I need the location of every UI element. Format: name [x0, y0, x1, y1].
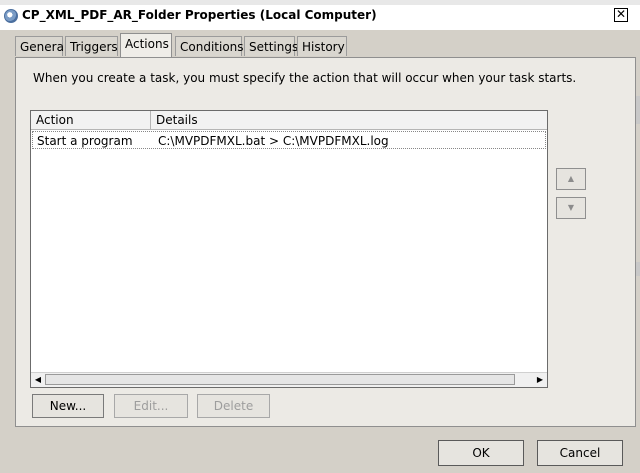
window-title: CP_XML_PDF_AR_Folder Properties (Local C…: [22, 8, 377, 22]
background-window-edge: [636, 96, 640, 124]
move-up-button[interactable]: ▲: [556, 168, 586, 190]
close-icon[interactable]: ✕: [614, 8, 628, 22]
row-details-cell: C:\MVPDFMXL.bat > C:\MVPDFMXL.log: [158, 134, 389, 148]
scroll-left-icon[interactable]: ◀: [32, 374, 44, 386]
scroll-thumb[interactable]: [45, 374, 515, 385]
scroll-right-icon[interactable]: ▶: [534, 374, 546, 386]
new-action-button[interactable]: New...: [32, 394, 104, 418]
ok-button[interactable]: OK: [438, 440, 524, 466]
delete-action-button[interactable]: Delete: [197, 394, 270, 418]
tab-actions[interactable]: Actions: [120, 33, 172, 57]
title-bar: CP_XML_PDF_AR_Folder Properties (Local C…: [0, 0, 640, 30]
list-header: Action Details: [31, 111, 547, 130]
tab-conditions[interactable]: Conditions: [175, 36, 244, 56]
column-header-action[interactable]: Action: [31, 111, 151, 129]
row-action-cell: Start a program: [37, 134, 133, 148]
column-header-details[interactable]: Details: [151, 111, 547, 129]
task-scheduler-app-icon: [4, 9, 18, 23]
tab-settings[interactable]: Settings: [244, 36, 298, 56]
tab-history[interactable]: History: [297, 36, 347, 56]
actions-list[interactable]: Action Details Start a program C:\MVPDFM…: [30, 110, 548, 388]
horizontal-scrollbar[interactable]: ◀ ▶: [31, 372, 547, 387]
actions-tab-panel: When you create a task, you must specify…: [15, 57, 636, 427]
actions-description: When you create a task, you must specify…: [33, 71, 577, 85]
table-row[interactable]: Start a program C:\MVPDFMXL.bat > C:\MVP…: [32, 131, 546, 149]
cancel-button[interactable]: Cancel: [537, 440, 623, 466]
title-bar-top-strip: [0, 0, 640, 5]
tab-triggers[interactable]: Triggers: [65, 36, 118, 56]
edit-action-button[interactable]: Edit...: [114, 394, 188, 418]
move-down-button[interactable]: ▼: [556, 197, 586, 219]
tab-general[interactable]: General: [15, 36, 67, 56]
background-window-edge: [636, 262, 640, 276]
